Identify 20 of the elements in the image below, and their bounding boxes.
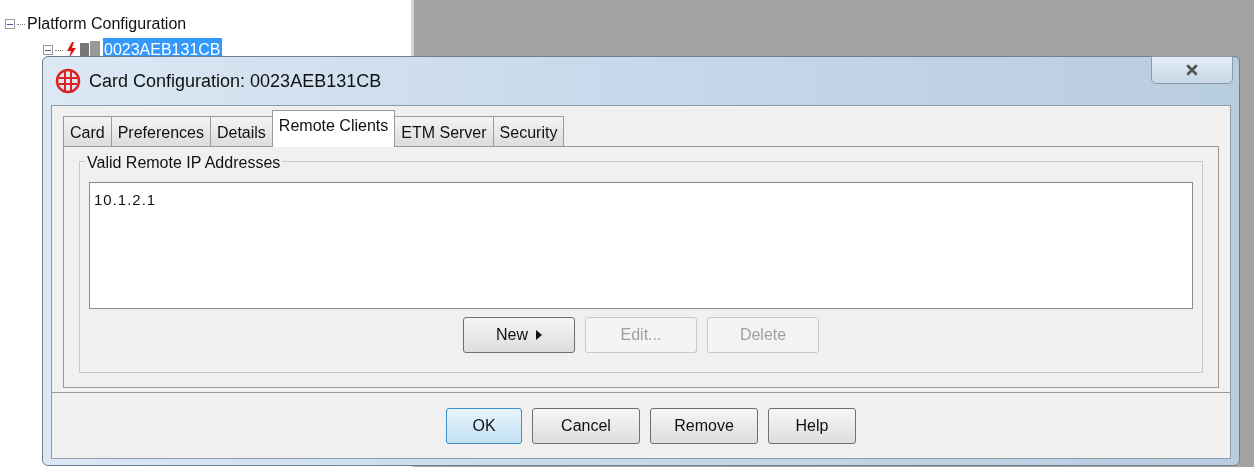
tab[interactable]: Remote Clients [271, 110, 396, 147]
tab[interactable]: Security [492, 116, 565, 147]
list-item[interactable]: 10.1.2.1 [94, 189, 1188, 212]
collapse-icon[interactable] [5, 19, 15, 29]
close-icon [1184, 62, 1200, 78]
tab[interactable]: Details [209, 116, 273, 147]
window-title: Card Configuration: 0023AEB131CB [89, 69, 382, 93]
close-button[interactable] [1151, 56, 1233, 84]
collapse-icon[interactable] [43, 45, 53, 55]
action-button[interactable]: New [463, 317, 575, 353]
globe-icon [55, 68, 81, 94]
tab[interactable]: ETM Server [394, 116, 494, 147]
tab[interactable]: Card [63, 116, 112, 147]
dialog-button[interactable]: Help [768, 407, 856, 444]
tab[interactable]: Preferences [110, 116, 211, 147]
dialog-button[interactable]: Cancel [532, 407, 640, 444]
tree-item[interactable]: Platform Configuration [27, 12, 187, 36]
dialog-button[interactable]: OK [446, 407, 522, 444]
lightning-icon [65, 42, 77, 58]
dialog-button[interactable]: Remove [650, 407, 758, 444]
